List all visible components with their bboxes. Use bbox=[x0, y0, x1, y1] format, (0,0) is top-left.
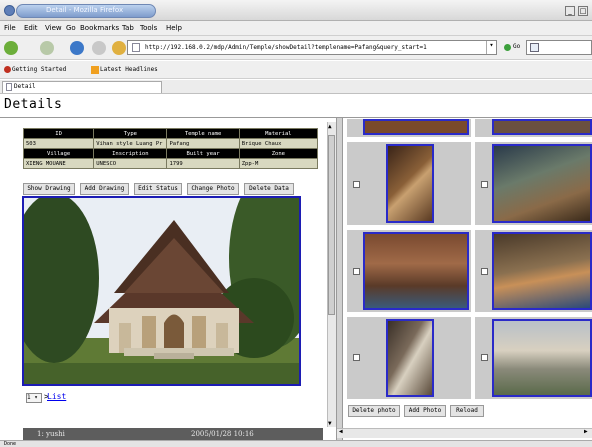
change-photo-button[interactable]: Change Photo bbox=[187, 183, 239, 195]
url-dropdown-icon[interactable]: ▾ bbox=[486, 41, 496, 54]
photo-checkbox[interactable] bbox=[353, 181, 360, 188]
bookmark-getting-started[interactable]: Getting Started bbox=[12, 66, 66, 73]
edit-status-button[interactable]: Edit Status bbox=[134, 183, 182, 195]
value-built-year: 1799 bbox=[166, 158, 240, 169]
delete-photo-button[interactable]: Delete photo bbox=[348, 405, 400, 417]
temple-info-table: ID Type Temple name Material 503 Vihan s… bbox=[22, 128, 319, 169]
value-id: 503 bbox=[22, 138, 95, 149]
stop-icon[interactable] bbox=[92, 41, 106, 55]
reload-button[interactable]: Reload bbox=[450, 405, 484, 417]
back-icon[interactable] bbox=[4, 41, 18, 55]
header-village: Village bbox=[22, 148, 95, 159]
go-button[interactable]: Go bbox=[513, 43, 520, 50]
status-text: Done bbox=[4, 441, 17, 447]
menu-edit[interactable]: Edit bbox=[24, 24, 38, 32]
photo-checkbox[interactable] bbox=[481, 181, 488, 188]
menu-go[interactable]: Go bbox=[66, 24, 76, 32]
reload-icon[interactable] bbox=[70, 41, 84, 55]
window-menu-icon[interactable] bbox=[4, 5, 15, 16]
gallery-thumb[interactable] bbox=[492, 319, 592, 397]
list-link[interactable]: List bbox=[47, 392, 66, 401]
table-row: ID Type Temple name Material bbox=[22, 128, 319, 139]
rss-icon bbox=[91, 66, 99, 74]
table-row: XIENG MOUANE UNESCO 1799 Zpp-M bbox=[22, 158, 319, 169]
right-horizontal-scrollbar[interactable] bbox=[337, 428, 592, 438]
table-row: Village Inscription Built year Zone bbox=[22, 148, 319, 159]
bookmarks-toolbar bbox=[0, 61, 592, 79]
search-engine-icon[interactable] bbox=[530, 43, 539, 52]
gallery-thumb[interactable] bbox=[386, 319, 434, 397]
gallery-thumb[interactable] bbox=[492, 232, 592, 310]
menu-bookmarks[interactable]: Bookmarks bbox=[80, 24, 119, 32]
value-material: Brique Chaux bbox=[238, 138, 319, 149]
maximize-button[interactable]: □ bbox=[578, 6, 588, 16]
header-temple-name: Temple name bbox=[166, 128, 240, 139]
header-inscription: Inscription bbox=[93, 148, 168, 159]
go-icon[interactable] bbox=[504, 44, 511, 51]
gallery-thumb[interactable] bbox=[492, 144, 592, 223]
scroll-right-icon[interactable]: ▶ bbox=[584, 428, 588, 435]
datetime-label: 2005/01/28 10:16 bbox=[191, 430, 254, 438]
gallery-thumb[interactable] bbox=[386, 144, 434, 223]
temple-photo bbox=[22, 196, 301, 386]
heading-divider bbox=[0, 117, 592, 118]
value-village: XIENG MOUANE bbox=[22, 158, 95, 169]
add-photo-button[interactable]: Add Photo bbox=[404, 405, 446, 417]
add-drawing-button[interactable]: Add Drawing bbox=[80, 183, 129, 195]
header-zone: Zone bbox=[238, 148, 319, 159]
browser-status-bar: Done bbox=[0, 440, 592, 447]
menu-tab[interactable]: Tab bbox=[122, 24, 134, 32]
photo-checkbox[interactable] bbox=[353, 268, 360, 275]
left-scroll-thumb[interactable] bbox=[328, 135, 335, 315]
user-label: 1: yushi bbox=[37, 430, 65, 438]
value-zone: Zpp-M bbox=[238, 158, 319, 169]
firefox-bookmark-icon bbox=[4, 66, 11, 73]
gallery-thumb[interactable] bbox=[363, 232, 469, 310]
url-text: http://192.168.0.2/mdp/Admin/Temple/show… bbox=[145, 44, 427, 51]
home-icon[interactable] bbox=[112, 41, 126, 55]
table-row: 503 Vihan style Luang Pr Pafang Brique C… bbox=[22, 138, 319, 149]
photo-checkbox[interactable] bbox=[353, 354, 360, 361]
value-inscription: UNESCO bbox=[93, 158, 168, 169]
menu-tools[interactable]: Tools bbox=[140, 24, 157, 32]
delete-data-button[interactable]: Delete Data bbox=[244, 183, 294, 195]
window-title: Detail - Mozilla Firefox bbox=[46, 6, 124, 14]
minimize-button[interactable]: _ bbox=[565, 6, 575, 16]
header-id: ID bbox=[22, 128, 95, 139]
page-select-value: 1 bbox=[27, 394, 31, 401]
scroll-up-icon[interactable]: ▲ bbox=[328, 123, 332, 130]
header-built-year: Built year bbox=[166, 148, 240, 159]
forward-icon[interactable] bbox=[40, 41, 54, 55]
tab-label: Detail bbox=[14, 83, 36, 90]
menu-help[interactable]: Help bbox=[166, 24, 182, 32]
user-status-strip: 1: yushi 2005/01/28 10:16 bbox=[23, 428, 323, 440]
value-type: Vihan style Luang Pr bbox=[93, 138, 168, 149]
scroll-down-icon[interactable]: ▼ bbox=[328, 420, 332, 427]
show-drawing-button[interactable]: Show Drawing bbox=[23, 183, 75, 195]
header-type: Type bbox=[93, 128, 168, 139]
frame-divider[interactable] bbox=[336, 118, 343, 440]
gallery-thumb[interactable] bbox=[492, 119, 592, 135]
scroll-left-icon[interactable]: ◀ bbox=[339, 428, 343, 435]
tab-page-icon bbox=[6, 83, 12, 91]
value-temple-name: Pafang bbox=[166, 138, 240, 149]
header-material: Material bbox=[238, 128, 319, 139]
menu-file[interactable]: File bbox=[4, 24, 16, 32]
photo-checkbox[interactable] bbox=[481, 354, 488, 361]
menu-view[interactable]: View bbox=[45, 24, 62, 32]
gallery-thumb[interactable] bbox=[363, 119, 469, 135]
bookmark-latest-headlines[interactable]: Latest Headlines bbox=[100, 66, 158, 73]
page-title: Details bbox=[4, 97, 63, 112]
page-select[interactable]: 1 ▾ bbox=[26, 393, 42, 403]
photo-checkbox[interactable] bbox=[481, 268, 488, 275]
page-icon bbox=[132, 43, 140, 52]
